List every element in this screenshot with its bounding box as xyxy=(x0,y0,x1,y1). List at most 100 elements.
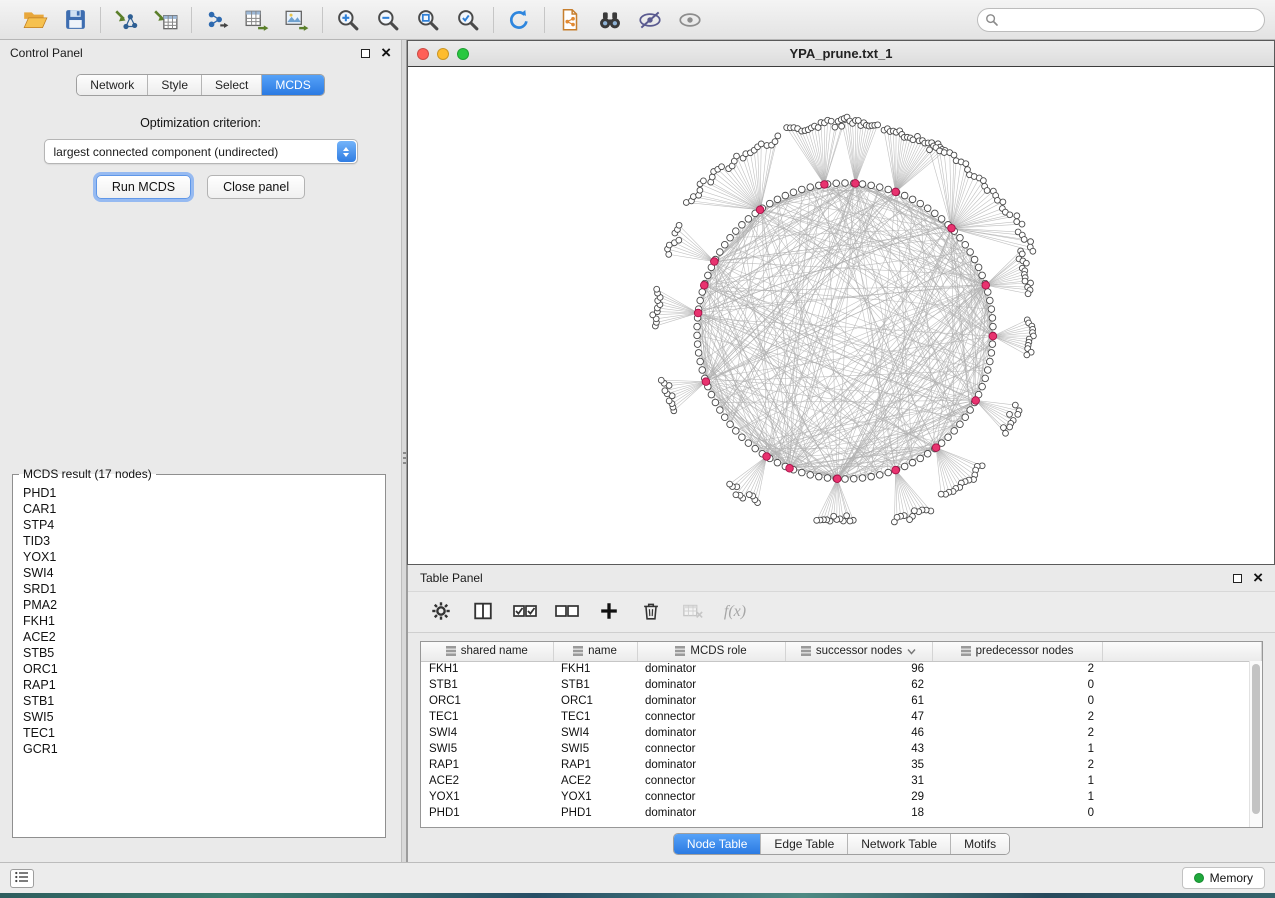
cell-mcds-role[interactable]: dominator xyxy=(637,693,785,709)
table-row[interactable]: SWI4SWI4dominator462 xyxy=(421,725,1262,741)
cell-shared-name[interactable]: STB1 xyxy=(421,677,553,693)
delete-table-button[interactable] xyxy=(680,599,706,625)
cell-name[interactable]: ORC1 xyxy=(553,693,637,709)
float-table-panel-icon[interactable] xyxy=(1233,574,1242,583)
mcds-result-item[interactable]: PMA2 xyxy=(23,597,375,613)
mcds-result-item[interactable]: SWI5 xyxy=(23,709,375,725)
tab-edge-table[interactable]: Edge Table xyxy=(761,834,848,854)
cell-successor-nodes[interactable]: 31 xyxy=(785,773,932,789)
cell-predecessor-nodes[interactable]: 2 xyxy=(932,709,1102,725)
cell-name[interactable]: SWI5 xyxy=(553,741,637,757)
mcds-result-item[interactable]: ACE2 xyxy=(23,629,375,645)
cell-predecessor-nodes[interactable]: 2 xyxy=(932,661,1102,677)
memory-button[interactable]: Memory xyxy=(1182,867,1265,889)
cell-successor-nodes[interactable]: 29 xyxy=(785,789,932,805)
close-panel-icon[interactable]: × xyxy=(381,47,391,59)
mcds-result-item[interactable]: CAR1 xyxy=(23,501,375,517)
refresh-button[interactable] xyxy=(503,5,535,35)
table-row[interactable]: YOX1YOX1connector291 xyxy=(421,789,1262,805)
mcds-result-item[interactable]: STB5 xyxy=(23,645,375,661)
cell-shared-name[interactable]: SWI4 xyxy=(421,725,553,741)
cell-shared-name[interactable]: ACE2 xyxy=(421,773,553,789)
cell-mcds-role[interactable]: dominator xyxy=(637,677,785,693)
maximize-window-icon[interactable] xyxy=(457,48,469,60)
export-table-button[interactable] xyxy=(241,5,273,35)
cell-shared-name[interactable]: YOX1 xyxy=(421,789,553,805)
cell-mcds-role[interactable]: dominator xyxy=(637,661,785,677)
table-settings-button[interactable] xyxy=(428,599,454,625)
network-canvas[interactable] xyxy=(408,67,1274,564)
column-header-successor-nodes[interactable]: successor nodes xyxy=(785,642,932,661)
tab-network[interactable]: Network xyxy=(77,75,148,95)
task-history-button[interactable] xyxy=(10,869,34,888)
hide-graphics-button[interactable] xyxy=(634,5,666,35)
network-titlebar[interactable]: YPA_prune.txt_1 xyxy=(408,41,1274,67)
add-column-button[interactable] xyxy=(596,599,622,625)
cell-predecessor-nodes[interactable]: 1 xyxy=(932,741,1102,757)
minimize-window-icon[interactable] xyxy=(437,48,449,60)
mcds-result-item[interactable]: TID3 xyxy=(23,533,375,549)
table-scrollbar[interactable] xyxy=(1249,661,1262,827)
column-header-predecessor-nodes[interactable]: predecessor nodes xyxy=(932,642,1102,661)
cell-mcds-role[interactable]: connector xyxy=(637,789,785,805)
cell-shared-name[interactable]: RAP1 xyxy=(421,757,553,773)
run-mcds-button[interactable]: Run MCDS xyxy=(96,175,191,199)
column-header-mcds-role[interactable]: MCDS role xyxy=(637,642,785,661)
cell-successor-nodes[interactable]: 61 xyxy=(785,693,932,709)
cell-predecessor-nodes[interactable]: 0 xyxy=(932,805,1102,821)
export-image-button[interactable] xyxy=(281,5,313,35)
column-header-shared-name[interactable]: shared name xyxy=(421,642,553,661)
export-document-button[interactable] xyxy=(554,5,586,35)
cell-shared-name[interactable]: TEC1 xyxy=(421,709,553,725)
zoom-fit-button[interactable] xyxy=(412,5,444,35)
tab-style[interactable]: Style xyxy=(148,75,202,95)
mcds-result-item[interactable]: YOX1 xyxy=(23,549,375,565)
cell-successor-nodes[interactable]: 35 xyxy=(785,757,932,773)
zoom-in-button[interactable] xyxy=(332,5,364,35)
tab-select[interactable]: Select xyxy=(202,75,262,95)
cell-name[interactable]: STB1 xyxy=(553,677,637,693)
mcds-result-item[interactable]: STP4 xyxy=(23,517,375,533)
cell-successor-nodes[interactable]: 43 xyxy=(785,741,932,757)
mcds-result-item[interactable]: STB1 xyxy=(23,693,375,709)
cell-mcds-role[interactable]: dominator xyxy=(637,725,785,741)
cell-mcds-role[interactable]: connector xyxy=(637,773,785,789)
cell-predecessor-nodes[interactable]: 1 xyxy=(932,789,1102,805)
table-row[interactable]: TEC1TEC1connector472 xyxy=(421,709,1262,725)
delete-column-button[interactable] xyxy=(638,599,664,625)
table-row[interactable]: PHD1PHD1dominator180 xyxy=(421,805,1262,821)
close-panel-button[interactable]: Close panel xyxy=(207,175,305,199)
cell-predecessor-nodes[interactable]: 0 xyxy=(932,677,1102,693)
save-button[interactable] xyxy=(59,5,91,35)
mcds-result-item[interactable]: TEC1 xyxy=(23,725,375,741)
show-columns-button[interactable] xyxy=(470,599,496,625)
table-row[interactable]: RAP1RAP1dominator352 xyxy=(421,757,1262,773)
mcds-result-item[interactable]: PHD1 xyxy=(23,485,375,501)
import-network-button[interactable] xyxy=(110,5,142,35)
zoom-selected-button[interactable] xyxy=(452,5,484,35)
cell-predecessor-nodes[interactable]: 2 xyxy=(932,725,1102,741)
cell-mcds-role[interactable]: connector xyxy=(637,709,785,725)
network-graph[interactable] xyxy=(408,67,1274,564)
cell-name[interactable]: SWI4 xyxy=(553,725,637,741)
mcds-result-item[interactable]: RAP1 xyxy=(23,677,375,693)
cell-name[interactable]: PHD1 xyxy=(553,805,637,821)
table-row[interactable]: ACE2ACE2connector311 xyxy=(421,773,1262,789)
float-panel-icon[interactable] xyxy=(361,49,370,58)
cell-name[interactable]: YOX1 xyxy=(553,789,637,805)
cell-successor-nodes[interactable]: 62 xyxy=(785,677,932,693)
select-all-button[interactable] xyxy=(512,599,538,625)
cell-successor-nodes[interactable]: 47 xyxy=(785,709,932,725)
cell-successor-nodes[interactable]: 46 xyxy=(785,725,932,741)
cell-predecessor-nodes[interactable]: 1 xyxy=(932,773,1102,789)
cell-shared-name[interactable]: ORC1 xyxy=(421,693,553,709)
cell-mcds-role[interactable]: dominator xyxy=(637,757,785,773)
mcds-result-item[interactable]: GCR1 xyxy=(23,741,375,757)
table-row[interactable]: FKH1FKH1dominator962 xyxy=(421,661,1262,677)
mcds-result-item[interactable]: SWI4 xyxy=(23,565,375,581)
search-objects-button[interactable] xyxy=(594,5,626,35)
column-header-name[interactable]: name xyxy=(553,642,637,661)
zoom-out-button[interactable] xyxy=(372,5,404,35)
deselect-all-button[interactable] xyxy=(554,599,580,625)
open-folder-button[interactable] xyxy=(19,5,51,35)
